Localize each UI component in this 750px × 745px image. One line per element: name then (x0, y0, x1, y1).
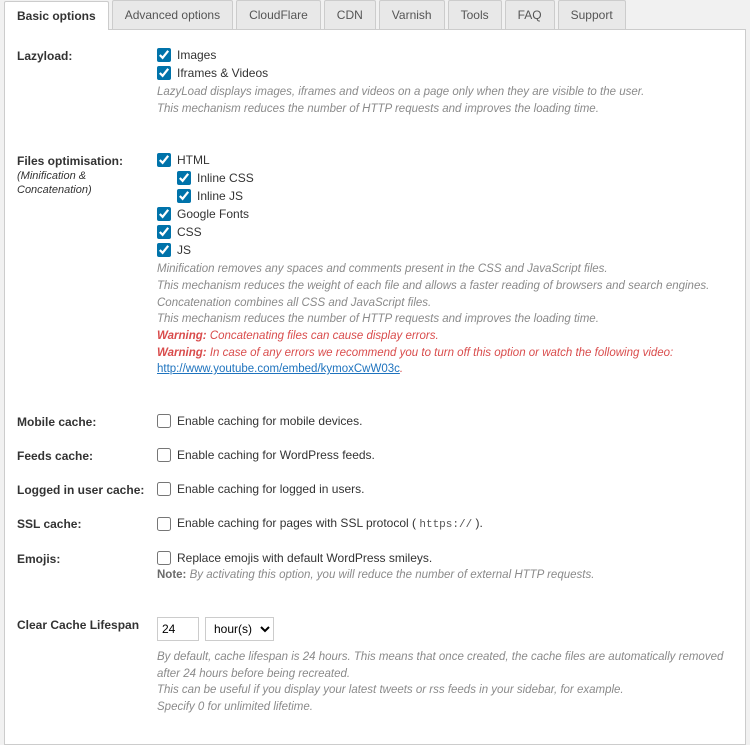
feeds-cache-label: Enable caching for WordPress feeds. (177, 448, 375, 462)
lazyload-images-label: Images (177, 48, 216, 62)
lazyload-images-checkbox[interactable] (157, 48, 171, 62)
mobile-cache-title: Mobile cache: (17, 415, 96, 429)
files-opt-inline-js-checkbox[interactable] (177, 189, 191, 203)
files-opt-google-fonts-checkbox[interactable] (157, 207, 171, 221)
logged-cache-label: Enable caching for logged in users. (177, 482, 364, 496)
ssl-cache-title: SSL cache: (17, 517, 81, 531)
tab-cdn[interactable]: CDN (324, 0, 376, 29)
clear-cache-title: Clear Cache Lifespan (17, 618, 139, 632)
files-opt-inline-css-checkbox[interactable] (177, 171, 191, 185)
lifespan-input[interactable] (157, 617, 199, 641)
tabs-nav: Basic options Advanced options CloudFlar… (0, 0, 750, 29)
files-opt-title: Files optimisation: (17, 154, 123, 168)
clear-cache-desc-3: Specify 0 for unlimited lifetime. (157, 699, 733, 716)
mobile-cache-checkbox[interactable] (157, 414, 171, 428)
files-opt-desc-3: Concatenation combines all CSS and JavaS… (157, 295, 733, 312)
lazyload-desc-1: LazyLoad displays images, iframes and vi… (157, 84, 733, 101)
emojis-title: Emojis: (17, 552, 60, 566)
ssl-cache-checkbox[interactable] (157, 517, 171, 531)
lazyload-title: Lazyload: (17, 49, 72, 63)
files-opt-warn-2-link[interactable]: http://www.youtube.com/embed/kymoxCwW03c (157, 363, 400, 375)
files-opt-desc-2: This mechanism reduces the weight of eac… (157, 278, 733, 295)
files-opt-js-label: JS (177, 243, 191, 257)
tab-tools[interactable]: Tools (448, 0, 502, 29)
tab-basic-options[interactable]: Basic options (4, 1, 109, 30)
files-opt-html-label: HTML (177, 153, 210, 167)
tab-varnish[interactable]: Varnish (379, 0, 445, 29)
lazyload-iframes-checkbox[interactable] (157, 66, 171, 80)
ssl-cache-label: Enable caching for pages with SSL protoc… (177, 516, 483, 531)
files-opt-warn-2: Warning: In case of any errors we recomm… (157, 345, 733, 378)
lifespan-unit-select[interactable]: hour(s) (205, 617, 274, 641)
files-opt-google-fonts-label: Google Fonts (177, 207, 249, 221)
files-opt-css-label: CSS (177, 225, 202, 239)
emojis-checkbox[interactable] (157, 551, 171, 565)
feeds-cache-title: Feeds cache: (17, 449, 93, 463)
clear-cache-desc-2: This can be useful if you display your l… (157, 682, 733, 699)
logged-cache-title: Logged in user cache: (17, 483, 144, 497)
tab-advanced-options[interactable]: Advanced options (112, 0, 233, 29)
files-opt-inline-js-label: Inline JS (197, 189, 243, 203)
files-opt-subtitle: (Minification & Concatenation) (17, 170, 92, 196)
tab-cloudflare[interactable]: CloudFlare (236, 0, 321, 29)
files-opt-desc-4: This mechanism reduces the number of HTT… (157, 311, 733, 328)
feeds-cache-checkbox[interactable] (157, 448, 171, 462)
files-opt-inline-css-label: Inline CSS (197, 171, 254, 185)
tab-support[interactable]: Support (558, 0, 626, 29)
files-opt-css-checkbox[interactable] (157, 225, 171, 239)
mobile-cache-label: Enable caching for mobile devices. (177, 414, 362, 428)
logged-cache-checkbox[interactable] (157, 482, 171, 496)
clear-cache-desc-1: By default, cache lifespan is 24 hours. … (157, 649, 733, 682)
settings-panel: Lazyload: Images Iframes & Videos LazyLo… (4, 29, 746, 745)
files-opt-js-checkbox[interactable] (157, 243, 171, 257)
files-opt-desc-1: Minification removes any spaces and comm… (157, 261, 733, 278)
files-opt-warn-1: Warning: Concatenating files can cause d… (157, 328, 733, 345)
emojis-note: Note: By activating this option, you wil… (157, 569, 733, 581)
emojis-label: Replace emojis with default WordPress sm… (177, 551, 432, 565)
files-opt-html-checkbox[interactable] (157, 153, 171, 167)
lazyload-desc-2: This mechanism reduces the number of HTT… (157, 101, 733, 118)
lazyload-iframes-label: Iframes & Videos (177, 66, 268, 80)
tab-faq[interactable]: FAQ (505, 0, 555, 29)
